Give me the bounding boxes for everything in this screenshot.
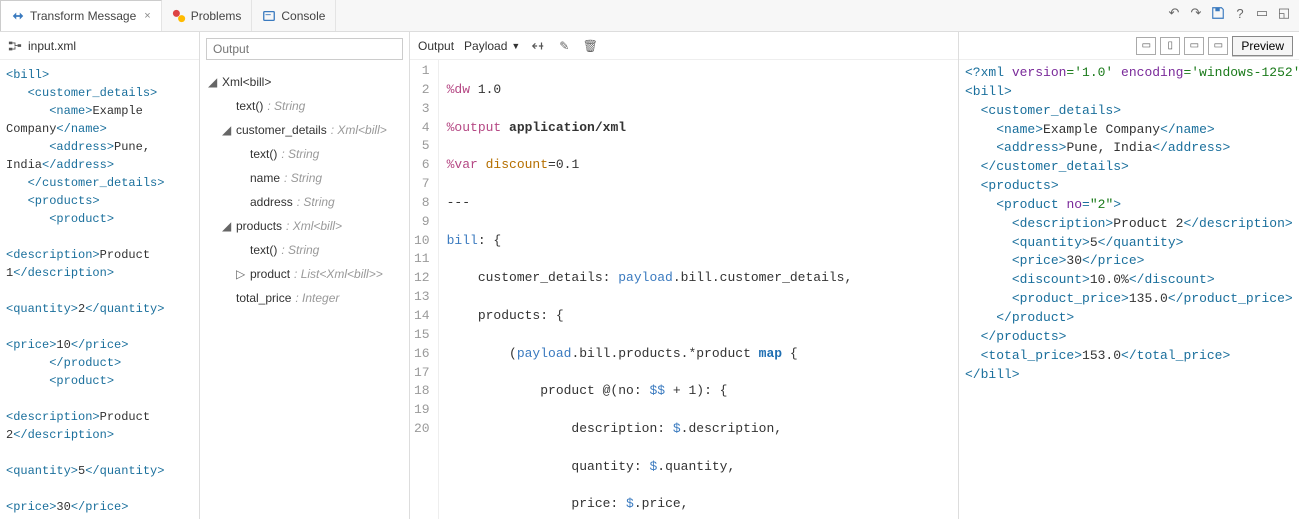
transform-icon	[11, 9, 25, 23]
console-icon	[262, 9, 276, 23]
value: 153.0	[1082, 348, 1121, 363]
input-filename: input.xml	[28, 39, 76, 53]
value: 5	[1090, 235, 1098, 250]
mapping-icon	[8, 39, 22, 53]
tree-root[interactable]: ◢Xml<bill>	[208, 70, 405, 94]
value: 30	[1066, 253, 1082, 268]
save-icon[interactable]	[1209, 4, 1227, 22]
tab-label: Console	[281, 9, 325, 23]
tab-transform-message[interactable]: Transform Message ×	[0, 0, 162, 31]
value: 10	[56, 338, 70, 352]
tree-node[interactable]: text(): String	[208, 94, 405, 118]
redo-icon[interactable]: ↷	[1187, 4, 1205, 22]
value: 30	[56, 500, 70, 514]
input-xml-panel: input.xml <bill> <customer_details> <nam…	[0, 32, 200, 519]
layout-toggle-1[interactable]: ▭	[1136, 37, 1156, 55]
tree-node[interactable]: address: String	[208, 190, 405, 214]
input-xml-header: input.xml	[0, 32, 199, 60]
dropdown-label: Payload	[464, 39, 507, 53]
line-gutter: 1234567891011121314151617181920	[410, 60, 439, 519]
tree-node[interactable]: name: String	[208, 166, 405, 190]
code-toolbar: Output Payload ▼ ✎ 🗑	[410, 32, 958, 60]
output-tree[interactable]: ◢Xml<bill> text(): String ◢customer_deta…	[200, 66, 409, 519]
output-search[interactable]	[206, 38, 403, 60]
code-editor[interactable]: 1234567891011121314151617181920 %dw 1.0 …	[410, 60, 958, 519]
code-content[interactable]: %dw 1.0 %output application/xml %var dis…	[439, 60, 958, 519]
chevron-down-icon: ▼	[511, 41, 520, 51]
preview-button[interactable]: Preview	[1232, 36, 1293, 56]
close-icon[interactable]: ×	[144, 10, 150, 22]
tab-problems[interactable]: Problems	[162, 0, 253, 31]
output-tree-panel: ◢Xml<bill> text(): String ◢customer_deta…	[200, 32, 410, 519]
undo-icon[interactable]: ↶	[1165, 4, 1183, 22]
dataweave-editor-panel: Output Payload ▼ ✎ 🗑 1234567891011121314…	[410, 32, 959, 519]
tab-label: Transform Message	[30, 9, 136, 23]
preview-panel: ▭ ▯ ▭ ▭ Preview <?xml version='1.0' enco…	[959, 32, 1299, 519]
tree-node[interactable]: text(): String	[208, 238, 405, 262]
add-target-icon[interactable]	[530, 38, 546, 54]
value: 135.0	[1129, 291, 1168, 306]
layout-toggle-4[interactable]: ▭	[1208, 37, 1228, 55]
tree-node-products[interactable]: ◢products: Xml<bill>	[208, 214, 405, 238]
edit-icon[interactable]: ✎	[556, 38, 572, 54]
toolbar-right: ↶ ↷ ? ▭ ◱	[1165, 4, 1293, 22]
value: Example Company	[1043, 122, 1160, 137]
tree-node-product[interactable]: ▷product: List<Xml<bill>>	[208, 262, 405, 286]
value: Pune, India	[1066, 140, 1152, 155]
tree-node[interactable]: text(): String	[208, 142, 405, 166]
output-label: Output	[418, 39, 454, 53]
input-xml-content[interactable]: <bill> <customer_details> <name>Example …	[0, 60, 199, 519]
minimize-icon[interactable]: ▭	[1253, 4, 1271, 22]
editor-tab-bar: Transform Message × Problems Console ↶ ↷…	[0, 0, 1299, 32]
value: Product 2	[1113, 216, 1183, 231]
maximize-icon[interactable]: ◱	[1275, 4, 1293, 22]
tab-label: Problems	[191, 9, 242, 23]
value: 10.0%	[1090, 272, 1129, 287]
payload-dropdown[interactable]: Payload ▼	[464, 39, 520, 53]
layout-toggle-3[interactable]: ▭	[1184, 37, 1204, 55]
preview-content[interactable]: <?xml version='1.0' encoding='windows-12…	[959, 60, 1299, 519]
layout-toggle-2[interactable]: ▯	[1160, 37, 1180, 55]
delete-icon[interactable]: 🗑	[582, 38, 598, 54]
tab-console[interactable]: Console	[252, 0, 336, 31]
help-icon[interactable]: ?	[1231, 4, 1249, 22]
problems-icon	[172, 9, 186, 23]
tree-node-customer-details[interactable]: ◢customer_details: Xml<bill>	[208, 118, 405, 142]
tree-node[interactable]: total_price: Integer	[208, 286, 405, 310]
preview-toolbar: ▭ ▯ ▭ ▭ Preview	[959, 32, 1299, 60]
